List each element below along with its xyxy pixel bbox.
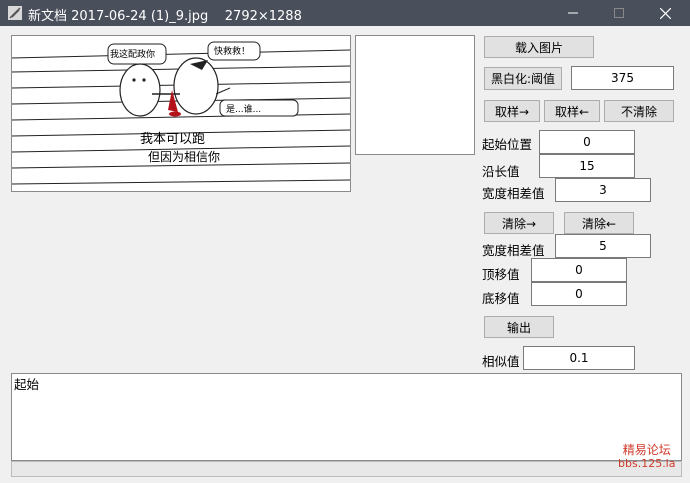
doodle-image <box>12 41 350 185</box>
sample-left-button[interactable]: 取样← <box>544 100 600 122</box>
title-bar[interactable]: 新文档 2017-06-24 (1)_9.jpg 2792×1288 <box>0 0 690 26</box>
load-image-button[interactable]: 载入图片 <box>484 36 594 58</box>
maximize-icon <box>614 8 624 18</box>
similarity-label: 相似值 <box>482 354 520 369</box>
watermark-line-2: bbs.125.la <box>618 457 676 470</box>
bottom-shift-input[interactable]: 0 <box>531 282 627 306</box>
caption-line-2: 但因为相信你 <box>148 150 221 164</box>
site-watermark: 精易论坛 bbs.125.la <box>618 443 675 471</box>
status-bar <box>11 461 682 477</box>
caption-line-1: 我本可以跑 <box>140 132 206 147</box>
top-shift-input[interactable]: 0 <box>531 258 627 282</box>
width-diff-2-label: 宽度相差值 <box>482 243 545 258</box>
top-shift-label: 顶移值 <box>482 267 520 282</box>
edge-length-label: 沿长值 <box>482 164 520 179</box>
image-canvas[interactable]: 我这配政你 快救救！ 是...谁... 我本可以跑 但因为相信你 <box>11 35 351 192</box>
width-diff-label: 宽度相差值 <box>482 186 545 201</box>
sample-right-button[interactable]: 取样→ <box>484 100 540 122</box>
width-diff-input[interactable]: 3 <box>555 178 651 202</box>
close-icon <box>659 7 671 19</box>
start-position-input[interactable]: 0 <box>539 130 635 154</box>
app-feather-icon <box>8 6 22 20</box>
clear-left-button[interactable]: 清除← <box>564 212 634 234</box>
minimize-icon <box>568 12 578 14</box>
log-text: 起始 <box>14 377 40 392</box>
minimize-button[interactable] <box>550 0 596 26</box>
close-button[interactable] <box>642 0 688 26</box>
maximize-button[interactable] <box>596 0 642 26</box>
window-title: 新文档 2017-06-24 (1)_9.jpg 2792×1288 <box>28 9 302 24</box>
preview-box <box>355 35 475 155</box>
clear-right-button[interactable]: 清除→ <box>484 212 554 234</box>
speech-right: 快救救！ <box>214 47 251 57</box>
similarity-input[interactable]: 0.1 <box>523 346 635 370</box>
threshold-input[interactable]: 375 <box>571 66 674 90</box>
watermark-line-1: 精易论坛 <box>622 443 671 457</box>
edge-length-input[interactable]: 15 <box>539 154 635 178</box>
speech-bottom: 是...谁... <box>226 105 262 115</box>
width-diff-2-input[interactable]: 5 <box>555 234 651 258</box>
log-textarea[interactable] <box>11 373 682 461</box>
start-position-label: 起始位置 <box>482 137 533 152</box>
speech-left: 我这配政你 <box>110 50 156 60</box>
output-button[interactable]: 输出 <box>484 316 554 338</box>
bottom-shift-label: 底移值 <box>482 291 520 306</box>
no-clear-button[interactable]: 不清除 <box>604 100 674 122</box>
binarize-threshold-button[interactable]: 黑白化:阈值 <box>484 67 562 90</box>
